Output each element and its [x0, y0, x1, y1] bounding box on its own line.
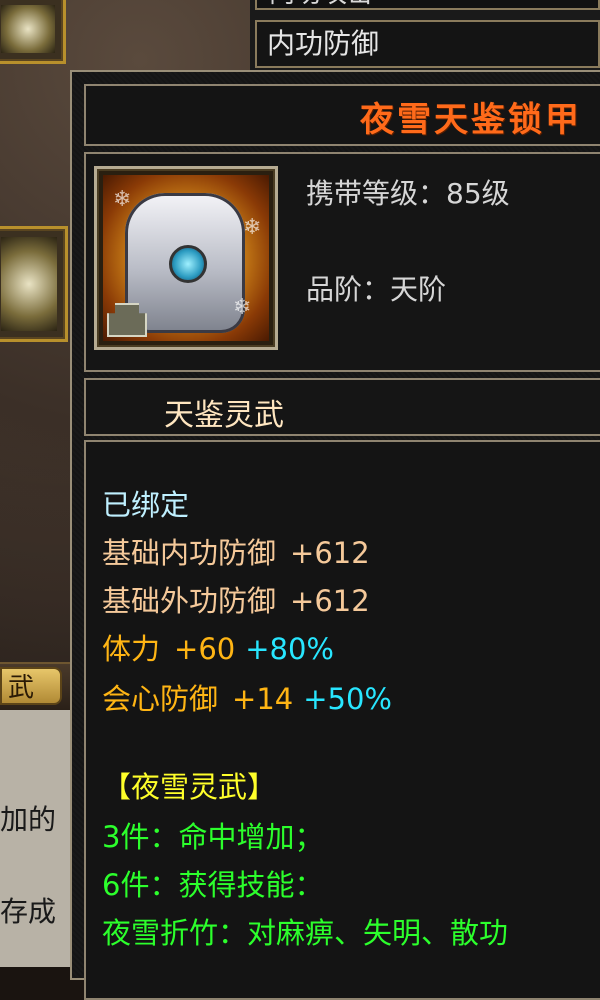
set-series-box: 天鉴灵武: [84, 378, 600, 436]
required-level: 携带等级：85级: [306, 177, 510, 210]
stat-value: +612: [290, 584, 370, 618]
stat-label: 会心防御: [102, 682, 219, 716]
tab-wu[interactable]: 武: [0, 667, 62, 705]
attribute-row: 内功攻击: [255, 0, 600, 10]
chat-text: 存成: [0, 895, 57, 928]
stat-percent: +80%: [245, 632, 334, 666]
item-title-box: 夜雪天鉴锁甲: [84, 84, 600, 146]
set-bonus: 3件：命中增加；: [102, 820, 324, 854]
snowflake-icon: ❄: [233, 295, 252, 320]
equipment-slot[interactable]: [0, 226, 68, 342]
snowflake-icon: ❄: [113, 187, 132, 212]
stat-label: 基础外功防御: [102, 584, 277, 618]
stat-percent: +50%: [303, 682, 392, 716]
item-name: 夜雪天鉴锁甲: [360, 100, 582, 140]
stat-value: +14: [232, 682, 294, 716]
item-stats-box: 已绑定 基础内功防御 +612 基础外功防御 +612 体力 +60 +80% 会心防御…: [84, 440, 600, 1000]
armor-icon: ❄ ❄ ❄: [103, 175, 269, 341]
set-bonus: 夜雪折竹：对麻痹、失明、散功: [102, 916, 509, 950]
attribute-row: 内功防御: [255, 20, 600, 68]
item-grade: 品阶：天阶: [306, 273, 447, 306]
stat-crit-defense: 会心防御 +14 +50%: [102, 676, 392, 718]
stat-base-outer-defense: 基础外功防御 +612: [102, 578, 370, 620]
bound-status: 已绑定: [102, 488, 190, 522]
stat-value: +60: [174, 632, 236, 666]
stat-label: 基础内功防御: [102, 536, 277, 570]
stat-value: +612: [290, 536, 370, 570]
chat-text: 加的: [0, 803, 57, 836]
set-series-name: 天鉴灵武: [164, 398, 284, 433]
stat-label: 体力: [102, 632, 161, 666]
armor-gem-graphic: [169, 245, 207, 283]
set-title: 【夜雪灵武】: [102, 770, 277, 804]
item-icon-frame: ❄ ❄ ❄: [94, 166, 278, 350]
weapon-icon: [1, 237, 57, 331]
snowflake-icon: ❄: [243, 215, 262, 240]
stat-stamina: 体力 +60 +80%: [102, 626, 334, 668]
set-bonus: 6件：获得技能：: [102, 868, 324, 902]
stat-base-inner-defense: 基础内功防御 +612: [102, 530, 370, 572]
item-info-box: ❄ ❄ ❄ 携带等级：85级 品阶：天阶: [84, 152, 600, 372]
gem-icon: [1, 5, 55, 53]
equipment-slot[interactable]: [0, 0, 66, 64]
item-tooltip: 夜雪天鉴锁甲 ❄ ❄ ❄ 携带等级：85级 品阶：天阶 天鉴灵武 已绑定 基础内…: [70, 70, 600, 1000]
